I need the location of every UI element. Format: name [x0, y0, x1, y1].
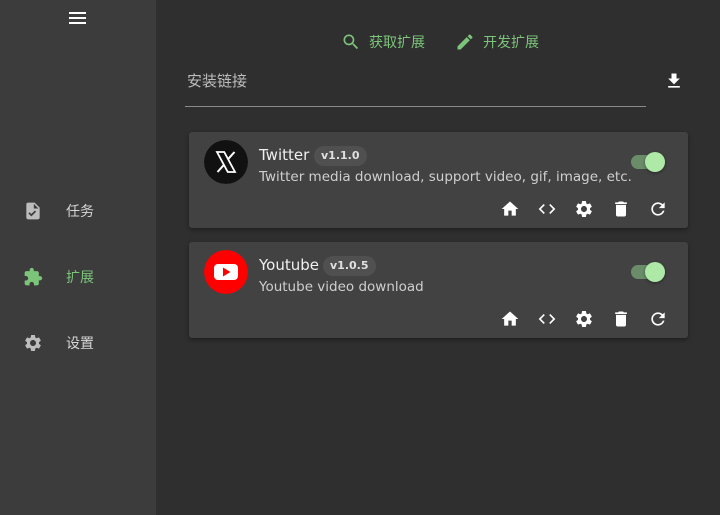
extension-description: Youtube video download [259, 279, 424, 295]
puzzle-icon [23, 267, 43, 287]
sidebar-item-tasks[interactable]: 任务 [0, 189, 156, 233]
app-window: 任务 扩展 设置 获取扩展 开发扩展 安装链接 Twitter v1.1.0 T… [0, 0, 720, 515]
x-logo-icon [204, 140, 248, 184]
toggle-thumb [645, 262, 665, 282]
trash-icon[interactable] [609, 308, 633, 330]
gear-icon [23, 333, 43, 353]
extension-description: Twitter media download, support video, g… [259, 169, 632, 185]
refresh-icon[interactable] [646, 198, 670, 220]
get-extensions-label: 获取扩展 [369, 35, 425, 51]
extension-card-twitter: Twitter v1.1.0 Twitter media download, s… [189, 132, 688, 228]
toggle-thumb [645, 152, 665, 172]
home-icon[interactable] [498, 198, 522, 220]
sidebar-item-label: 任务 [66, 204, 94, 220]
enable-toggle[interactable] [631, 262, 665, 282]
gear-icon[interactable] [572, 308, 596, 330]
develop-extensions-label: 开发扩展 [483, 35, 539, 51]
home-icon[interactable] [498, 308, 522, 330]
extension-name: Twitter [259, 146, 310, 164]
sidebar-item-label: 设置 [66, 336, 94, 352]
sidebar-item-extensions[interactable]: 扩展 [0, 255, 156, 299]
extension-name: Youtube [259, 256, 319, 274]
search-icon [343, 34, 359, 50]
hamburger-icon[interactable] [68, 11, 88, 27]
extension-actions [498, 198, 670, 220]
trash-icon[interactable] [609, 198, 633, 220]
get-extensions-button[interactable]: 获取扩展 [341, 30, 425, 54]
refresh-icon[interactable] [646, 308, 670, 330]
extension-card-youtube: Youtube v1.0.5 Youtube video download [189, 242, 688, 338]
extension-actions [498, 308, 670, 330]
code-icon[interactable] [535, 198, 559, 220]
code-icon[interactable] [535, 308, 559, 330]
develop-extensions-button[interactable]: 开发扩展 [455, 30, 539, 54]
version-badge: v1.0.5 [323, 256, 376, 276]
download-icon[interactable] [664, 70, 684, 92]
gear-icon[interactable] [572, 198, 596, 220]
install-link-input[interactable] [185, 66, 629, 96]
pencil-icon [457, 34, 473, 50]
enable-toggle[interactable] [631, 152, 665, 172]
install-link-field [185, 60, 646, 107]
youtube-logo-icon [204, 250, 248, 294]
sidebar-item-label: 扩展 [66, 270, 94, 286]
sidebar-item-settings[interactable]: 设置 [0, 321, 156, 365]
task-icon [23, 201, 43, 221]
sidebar: 任务 扩展 设置 [0, 0, 156, 515]
version-badge: v1.1.0 [314, 146, 367, 166]
